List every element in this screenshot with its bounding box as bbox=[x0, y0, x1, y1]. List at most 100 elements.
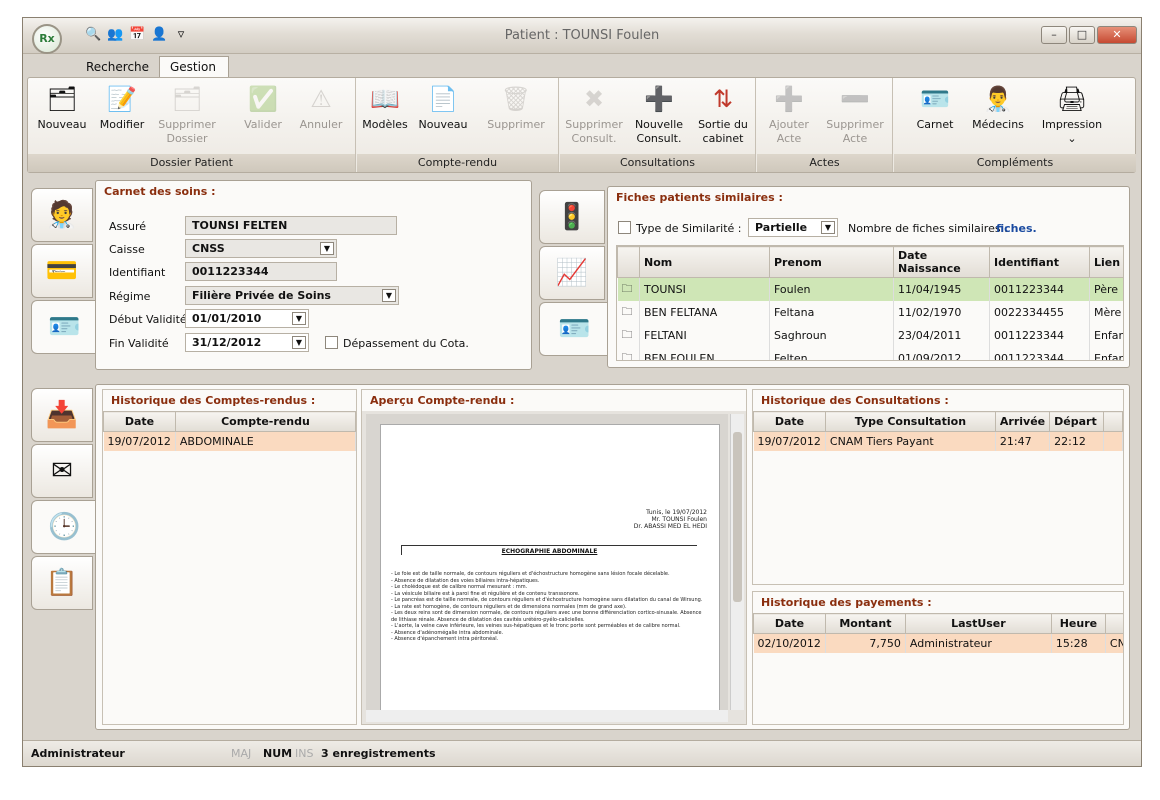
valider-button[interactable]: ✅ Valider bbox=[238, 84, 288, 132]
nombre-value: fiches. bbox=[996, 222, 1037, 235]
col-date-naissance[interactable]: Date Naissance bbox=[893, 246, 990, 278]
col-arrivee[interactable]: Arrivée bbox=[994, 411, 1051, 432]
vertical-scrollbar[interactable] bbox=[730, 414, 744, 710]
status-bar: Administrateur MAJ NUM INS 3 enregistrem… bbox=[23, 740, 1141, 766]
table-row[interactable]: 🗀 BEN FELTANA Feltana 11/02/1970 0022334455 M… bbox=[617, 301, 1123, 324]
hist-pay-panel: Historique des payements : Date Montant La… bbox=[752, 591, 1124, 725]
annuler-button[interactable]: ⚠ Annuler bbox=[294, 84, 348, 132]
minimize-button[interactable]: – bbox=[1041, 26, 1067, 44]
side-tab-mail[interactable]: ✉ bbox=[31, 444, 93, 498]
modeles-button[interactable]: 📖 Modèles bbox=[361, 84, 409, 132]
depassement-label: Dépassement du Cota. bbox=[343, 337, 469, 350]
col-montant[interactable]: Montant bbox=[824, 613, 906, 634]
col-identifiant[interactable]: Identifiant bbox=[989, 246, 1090, 278]
tab-gestion-patients[interactable]: Gestion Patients bbox=[159, 56, 230, 95]
supprimer-dossier-button[interactable]: 🗂 Supprimer Dossier bbox=[154, 84, 220, 146]
folder-icon: 🗀 bbox=[617, 277, 640, 301]
status-records: 3 enregistrements bbox=[321, 747, 436, 760]
side-tab-monitor[interactable]: 📈 bbox=[539, 246, 605, 300]
id-card-icon: 🪪 bbox=[48, 312, 81, 342]
col-nom[interactable]: Nom bbox=[639, 246, 770, 278]
regime-select[interactable]: Filière Privée de Soins ▼ bbox=[185, 286, 399, 305]
ribbon: 🗂 Nouveau 📝 Modifier 🗂 Supprimer Dossier ✅ V… bbox=[27, 77, 1136, 173]
col-lastuser[interactable]: LastUser bbox=[904, 613, 1052, 634]
group-actes: ➕ Ajouter Acte ➖ Supprimer Acte Actes bbox=[757, 78, 893, 172]
col-heure[interactable]: Heure bbox=[1050, 613, 1106, 634]
modifier-button[interactable]: 📝 Modifier bbox=[94, 84, 150, 132]
status-num: NUM bbox=[263, 747, 293, 760]
supprimer-consult-button[interactable]: ✖ Supprimer Consult. bbox=[564, 84, 624, 146]
printer-icon: 🖨 bbox=[1056, 85, 1088, 113]
edit-icon: 📝 bbox=[107, 85, 137, 113]
col-depart[interactable]: Départ bbox=[1049, 411, 1105, 432]
side-tab-clipboard[interactable]: 📋 bbox=[31, 556, 93, 610]
fiches-title: Fiches patients similaires : bbox=[616, 191, 783, 204]
ajouter-acte-button[interactable]: ➕ Ajouter Acte bbox=[761, 84, 817, 146]
add-act-icon: ➕ bbox=[774, 85, 804, 113]
chevron-down-icon: ▼ bbox=[382, 289, 396, 302]
side-tab-history[interactable]: 🕒 bbox=[31, 500, 97, 554]
side-tab-patient[interactable]: 🧑‍⚕️ bbox=[31, 188, 93, 242]
card-icon: 🪪 bbox=[920, 85, 950, 113]
col-prenom[interactable]: Prenom bbox=[769, 246, 894, 278]
hist-consult-panel: Historique des Consultations : Date Type … bbox=[752, 389, 1124, 585]
delete-consult-icon: ✖ bbox=[583, 85, 605, 113]
hist-pay-title: Historique des payements : bbox=[761, 596, 932, 609]
group-complements: 🪪 Carnet 👨‍⚕️ Médecins 🖨 Impression ⌄ Complé… bbox=[894, 78, 1136, 172]
nouvelle-consult-button[interactable]: ➕ Nouvelle Consult. bbox=[630, 84, 688, 146]
close-button[interactable]: ✕ bbox=[1097, 26, 1137, 44]
table-row[interactable]: 🗀 BEN FOULEN Felten 01/09/2012 0011223344 Enf… bbox=[617, 347, 1123, 360]
medecins-button[interactable]: 👨‍⚕️ Médecins bbox=[970, 84, 1026, 132]
doctors-icon: 👨‍⚕️ bbox=[983, 85, 1013, 113]
col-compte-rendu[interactable]: Compte-rendu bbox=[174, 411, 357, 432]
fin-date-picker[interactable]: 31/12/2012 ▼ bbox=[185, 333, 309, 352]
depassement-checkbox[interactable] bbox=[325, 336, 338, 349]
impression-button[interactable]: 🖨 Impression ⌄ bbox=[1034, 84, 1110, 146]
table-row[interactable]: 02/10/20127,750Administrateur15:28CNA bbox=[753, 633, 1123, 653]
tab-recherche[interactable]: Recherche bbox=[75, 56, 160, 78]
nouveau-button[interactable]: 🗂 Nouveau bbox=[34, 84, 90, 132]
doc-title: ECHOGRAPHIE ABDOMINALE bbox=[401, 545, 697, 555]
assure-label: Assuré bbox=[109, 220, 147, 233]
side-tab-card-reader[interactable]: 💳 bbox=[31, 244, 93, 298]
supprimer-acte-button[interactable]: ➖ Supprimer Acte bbox=[823, 84, 887, 146]
caisse-select[interactable]: CNSS ▼ bbox=[185, 239, 337, 258]
col-date[interactable]: Date bbox=[753, 613, 826, 634]
apercu-title: Aperçu Compte-rendu : bbox=[362, 390, 746, 411]
scroll-thumb[interactable] bbox=[733, 432, 742, 602]
table-row[interactable]: 19/07/2012 CNAM Tiers Payant 21:47 22:12 bbox=[753, 431, 1123, 451]
inbox-icon: 📥 bbox=[45, 400, 79, 430]
table-row[interactable]: 19/07/2012 ABDOMINALE bbox=[103, 431, 357, 451]
col-date[interactable]: Date bbox=[753, 411, 826, 432]
folder-icon: 🗀 bbox=[617, 347, 640, 360]
mail-edit-icon: ✉ bbox=[51, 456, 73, 486]
carnet-panel: Carnet des soins : Assuré TOUNSI FELTEN … bbox=[95, 180, 532, 370]
identifiant-field[interactable]: 0011223344 bbox=[185, 262, 337, 281]
sortie-cabinet-button[interactable]: ⇅ Sortie du cabinet bbox=[694, 84, 752, 146]
type-select[interactable]: Partielle ▼ bbox=[748, 218, 838, 237]
maximize-button[interactable]: □ bbox=[1069, 26, 1095, 44]
table-row[interactable]: 🗀 FELTANI Saghroun 23/04/2011 0011223344 Enfa… bbox=[617, 324, 1123, 347]
side-tab-traffic-light[interactable]: 🚦 bbox=[539, 190, 605, 244]
side-tab-carnet[interactable]: 🪪 bbox=[31, 300, 97, 354]
col-lien[interactable]: Lien d bbox=[1089, 246, 1123, 278]
col-type-consultation[interactable]: Type Consultation bbox=[824, 411, 996, 432]
nouveau-cr-button[interactable]: 📄 Nouveau bbox=[415, 84, 471, 132]
exit-arrows-icon: ⇅ bbox=[712, 85, 734, 113]
identifiant-label: Identifiant bbox=[109, 266, 166, 279]
similarity-checkbox[interactable] bbox=[618, 221, 631, 234]
document-viewport[interactable]: Tunis, le 19/07/2012 Mr. TOUNSI Foulen D… bbox=[366, 414, 728, 710]
clipboard-icon: 📋 bbox=[45, 568, 79, 598]
carnet-button[interactable]: 🪪 Carnet bbox=[910, 84, 960, 132]
clock-icon: 🕒 bbox=[48, 512, 81, 542]
window-title: Patient : TOUNSI Foulen bbox=[504, 28, 660, 43]
supprimer-cr-button[interactable]: 🗑 Supprimer bbox=[483, 84, 549, 132]
table-row[interactable]: 🗀 TOUNSI Foulen 11/04/1945 0011223344 Père bbox=[617, 277, 1123, 301]
assure-field[interactable]: TOUNSI FELTEN bbox=[185, 216, 397, 235]
side-tab-inbox[interactable]: 📥 bbox=[31, 388, 93, 442]
horizontal-scrollbar[interactable] bbox=[366, 710, 728, 722]
col-date[interactable]: Date bbox=[103, 411, 176, 432]
debut-date-picker[interactable]: 01/01/2010 ▼ bbox=[185, 309, 309, 328]
side-tab-similar[interactable]: 🪪 bbox=[539, 302, 609, 356]
chevron-down-icon: ⌄ bbox=[1067, 132, 1077, 145]
